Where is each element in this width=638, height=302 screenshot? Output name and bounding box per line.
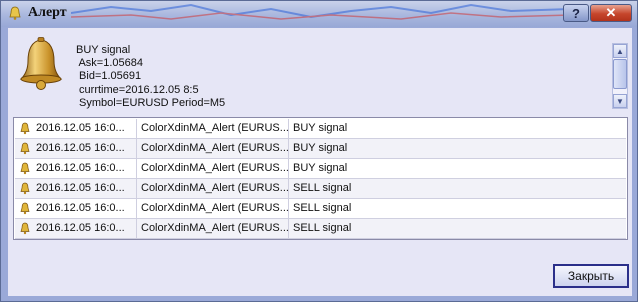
alert-time: 2016.12.05 16:0... bbox=[15, 159, 137, 178]
alert-time: 2016.12.05 16:0... bbox=[15, 119, 137, 138]
close-icon: ✕ bbox=[605, 5, 617, 20]
alert-source: ColorXdinMA_Alert (EURUS... bbox=[137, 139, 289, 158]
table-row[interactable]: 2016.12.05 16:0... ColorXdinMA_Alert (EU… bbox=[15, 219, 626, 239]
message-panel: BUY signal Ask=1.05684 Bid=1.05691 currt… bbox=[11, 33, 628, 111]
table-row[interactable]: 2016.12.05 16:0... ColorXdinMA_Alert (EU… bbox=[15, 159, 626, 179]
alert-source: ColorXdinMA_Alert (EURUS... bbox=[137, 159, 289, 178]
alert-source: ColorXdinMA_Alert (EURUS... bbox=[137, 119, 289, 138]
help-button[interactable]: ? bbox=[563, 4, 589, 22]
help-icon: ? bbox=[572, 5, 580, 21]
dialog-client-area: BUY signal Ask=1.05684 Bid=1.05691 currt… bbox=[8, 28, 632, 296]
alert-message: SELL signal bbox=[293, 202, 352, 214]
scroll-down-icon[interactable]: ▼ bbox=[613, 94, 627, 108]
alert-source: ColorXdinMA_Alert (EURUS... bbox=[137, 199, 289, 218]
alert-message: SELL signal bbox=[293, 222, 352, 234]
table-row[interactable]: 2016.12.05 16:0... ColorXdinMA_Alert (EU… bbox=[15, 119, 626, 139]
alert-time: 2016.12.05 16:0... bbox=[15, 199, 137, 218]
close-button[interactable]: Закрыть bbox=[553, 264, 629, 288]
alert-message: BUY signal bbox=[293, 162, 348, 174]
alert-time: 2016.12.05 16:0... bbox=[15, 139, 137, 158]
alert-message-text: BUY signal Ask=1.05684 Bid=1.05691 currt… bbox=[76, 44, 226, 109]
alert-message: BUY signal bbox=[293, 142, 348, 154]
bell-icon bbox=[19, 37, 63, 90]
alert-app-icon bbox=[9, 6, 21, 20]
alert-source: ColorXdinMA_Alert (EURUS... bbox=[137, 179, 289, 198]
window-title: Алерт bbox=[28, 5, 67, 20]
alert-time: 2016.12.05 16:0... bbox=[15, 179, 137, 198]
alert-source: ColorXdinMA_Alert (EURUS... bbox=[137, 219, 289, 238]
table-row[interactable]: 2016.12.05 16:0... ColorXdinMA_Alert (EU… bbox=[15, 199, 626, 219]
message-scrollbar[interactable]: ▲ ▼ bbox=[612, 43, 628, 109]
button-bar: Закрыть bbox=[8, 242, 632, 296]
title-bar[interactable]: Алерт ? ✕ bbox=[1, 1, 637, 27]
scroll-up-icon[interactable]: ▲ bbox=[613, 44, 627, 58]
alert-message: BUY signal bbox=[293, 122, 348, 134]
table-row[interactable]: 2016.12.05 16:0... ColorXdinMA_Alert (EU… bbox=[15, 179, 626, 199]
alert-time: 2016.12.05 16:0... bbox=[15, 219, 137, 238]
table-row[interactable]: 2016.12.05 16:0... ColorXdinMA_Alert (EU… bbox=[15, 139, 626, 159]
scroll-thumb[interactable] bbox=[613, 59, 627, 89]
alert-message: SELL signal bbox=[293, 182, 352, 194]
alerts-list[interactable]: 2016.12.05 16:0... ColorXdinMA_Alert (EU… bbox=[13, 117, 628, 240]
window-close-button[interactable]: ✕ bbox=[590, 4, 632, 22]
alert-window: Алерт ? ✕ BUY signal Ask=1.05684 Bid=1.0… bbox=[0, 0, 638, 302]
background-chart-lines bbox=[71, 3, 571, 20]
